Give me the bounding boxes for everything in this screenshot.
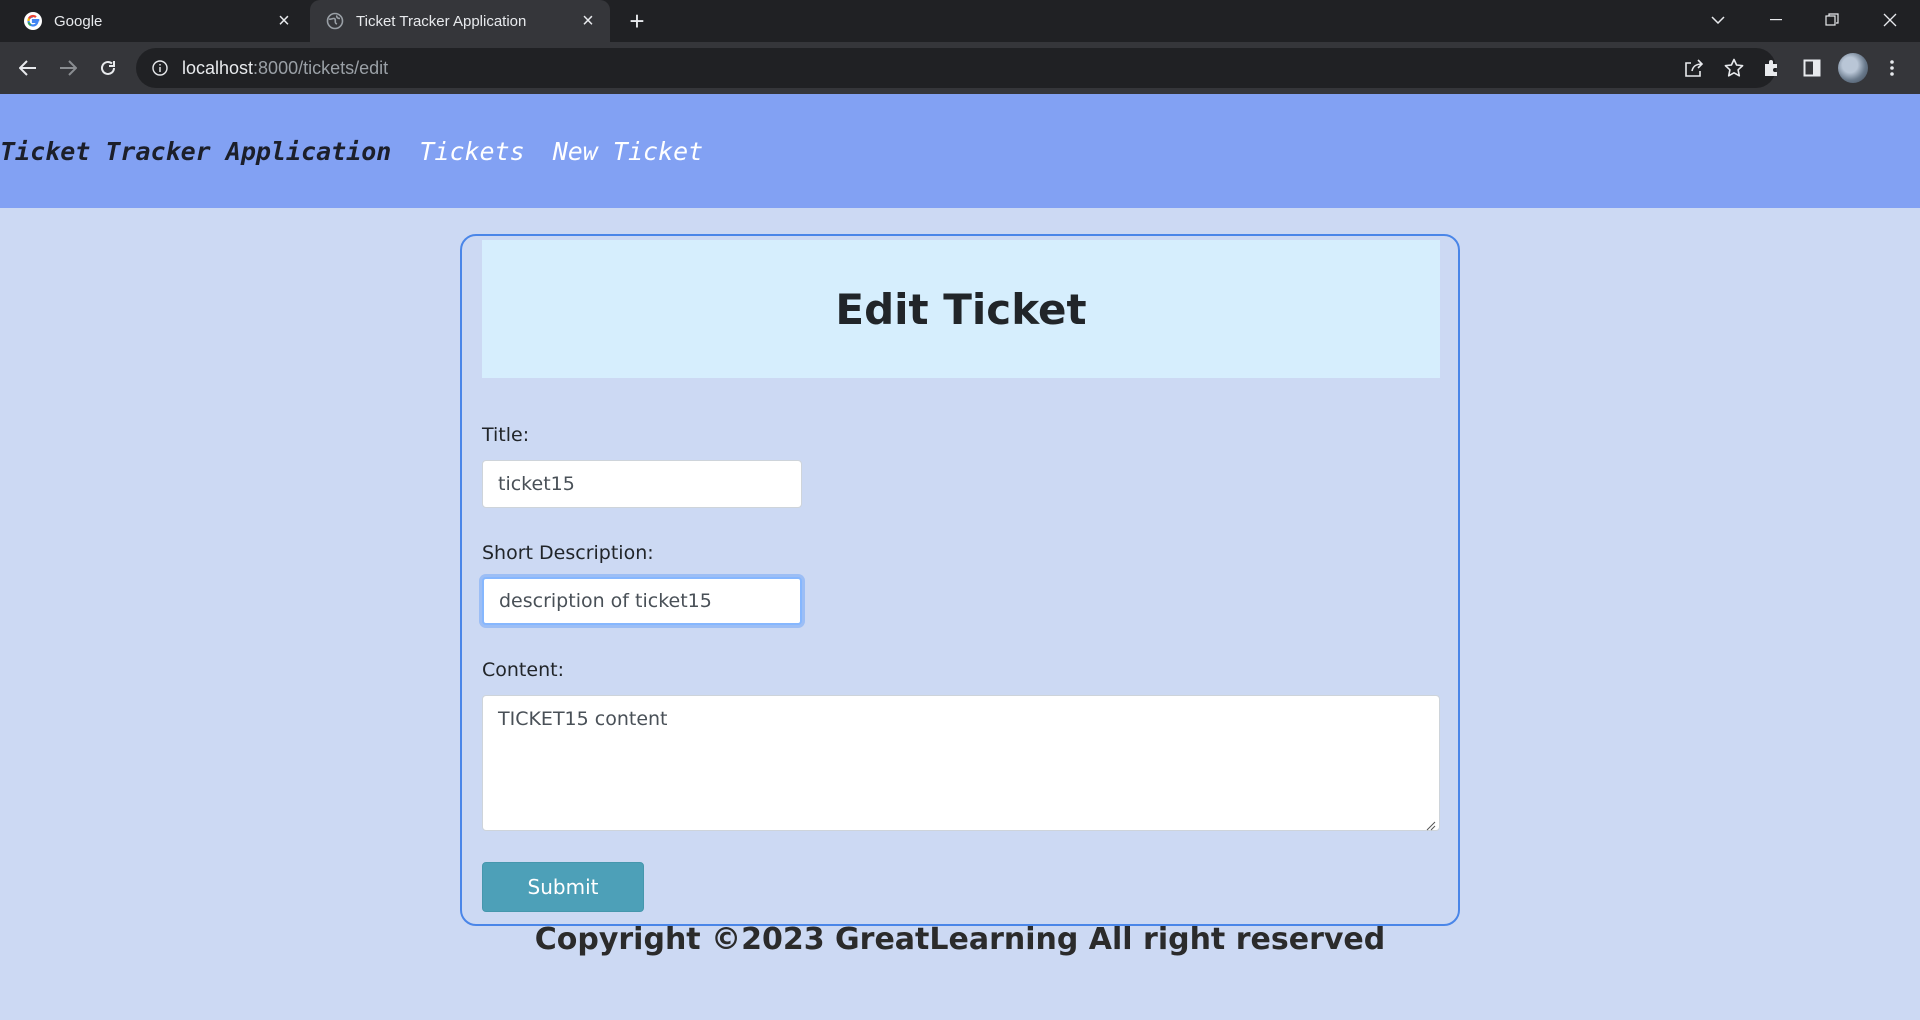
- card-header: Edit Ticket: [482, 240, 1440, 378]
- tab-title: Google: [54, 12, 103, 30]
- site-info-icon[interactable]: [150, 58, 170, 78]
- browser-toolbar: localhost:8000/tickets/edit: [0, 42, 1920, 94]
- tab-title: Ticket Tracker Application: [356, 12, 527, 30]
- reload-icon[interactable]: [92, 52, 124, 84]
- nav-link-new-ticket[interactable]: New Ticket: [553, 137, 704, 166]
- minimize-icon[interactable]: [1752, 0, 1800, 40]
- address-bar[interactable]: localhost:8000/tickets/edit: [136, 48, 1776, 88]
- short-description-label: Short Description:: [482, 542, 654, 564]
- content-textarea[interactable]: TICKET15 content: [482, 695, 1440, 831]
- title-label: Title:: [482, 424, 530, 446]
- more-menu-icon[interactable]: [1876, 52, 1908, 84]
- side-panel-icon[interactable]: [1796, 52, 1828, 84]
- submit-button[interactable]: Submit: [482, 862, 644, 912]
- footer-copyright: Copyright ©2023 GreatLearning All right …: [534, 922, 1386, 957]
- profile-avatar[interactable]: [1838, 53, 1868, 83]
- close-icon[interactable]: ×: [270, 7, 298, 35]
- tab-search-chevron-icon[interactable]: [1694, 0, 1742, 40]
- extensions-puzzle-icon[interactable]: [1756, 52, 1788, 84]
- url-path: :8000/tickets/edit: [253, 57, 389, 78]
- url-host: localhost: [182, 57, 254, 78]
- site-navbar: Ticket Tracker Application Tickets New T…: [0, 94, 1920, 208]
- bookmark-star-icon[interactable]: [1718, 52, 1750, 84]
- nav-link-tickets[interactable]: Tickets: [419, 137, 524, 166]
- title-input[interactable]: [482, 460, 802, 508]
- tab-google[interactable]: Google ×: [0, 0, 306, 42]
- new-tab-plus-icon[interactable]: +: [622, 6, 652, 36]
- content-label: Content:: [482, 659, 564, 681]
- brand-link[interactable]: Ticket Tracker Application: [0, 137, 391, 166]
- resize-grip-icon[interactable]: [1426, 818, 1436, 831]
- globe-icon: [326, 12, 344, 30]
- page-title: Edit Ticket: [835, 284, 1087, 334]
- browser-tab-strip: Google × Ticket Tracker Application × +: [0, 0, 1920, 42]
- url-text[interactable]: localhost:8000/tickets/edit: [182, 58, 388, 79]
- window-close-icon[interactable]: [1866, 0, 1914, 40]
- restore-icon[interactable]: [1808, 0, 1856, 40]
- edit-ticket-card: Edit Ticket Title: Short Description: Co…: [460, 234, 1460, 926]
- tab-ticket-tracker[interactable]: Ticket Tracker Application ×: [310, 0, 610, 42]
- google-icon: [24, 12, 42, 30]
- back-arrow-icon[interactable]: [12, 52, 44, 84]
- short-description-input[interactable]: [482, 577, 802, 625]
- share-icon[interactable]: [1678, 52, 1710, 84]
- close-icon[interactable]: ×: [574, 7, 602, 35]
- forward-arrow-icon[interactable]: [52, 52, 84, 84]
